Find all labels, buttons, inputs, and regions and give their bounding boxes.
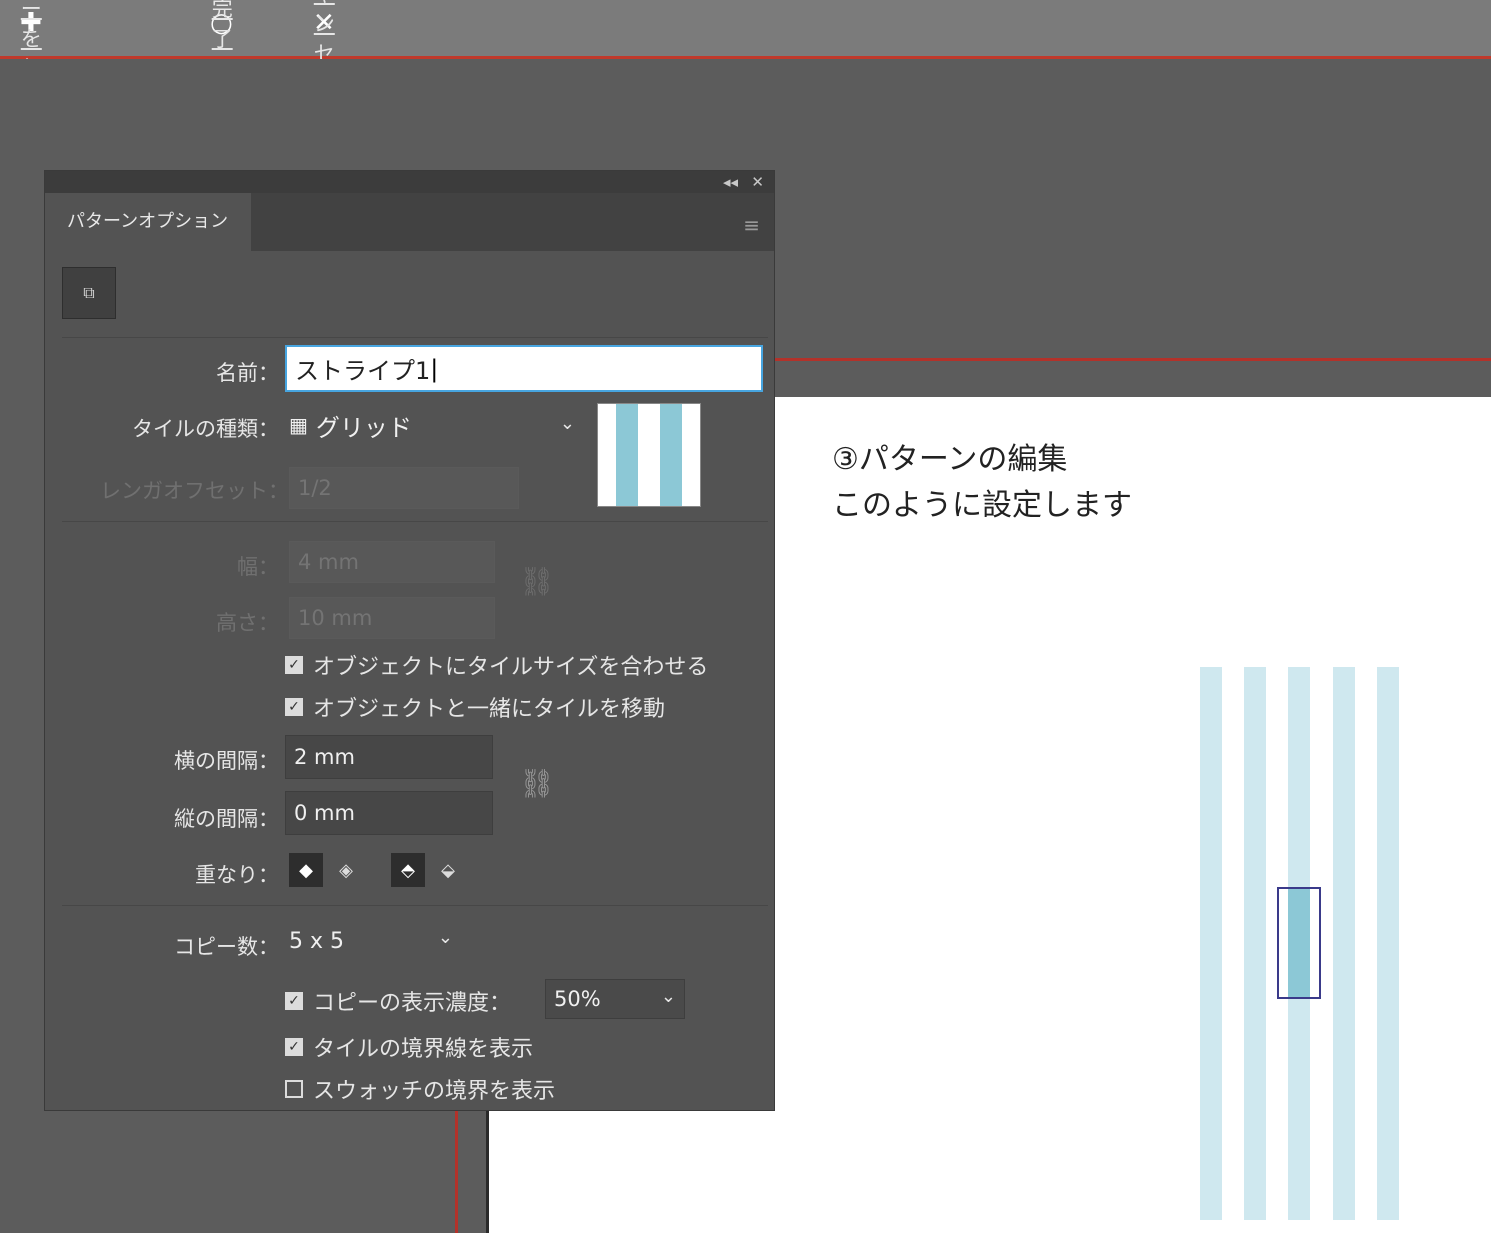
swatch-stripe [660,404,682,506]
done-button[interactable]: ○ 完了 [210,0,233,51]
unchecked-box-icon [285,1080,303,1098]
link-spacing-icon[interactable]: ⛓ [519,767,555,800]
dim-copies-checkbox[interactable]: ✓ コピーの表示濃度： [285,985,511,1017]
overlap-label: 重なり： [195,863,279,887]
swatch-stripe [616,404,638,506]
chevron-down-icon: ⌄ [437,927,453,948]
text-cursor: | [430,354,439,383]
check-icon: ✓ [285,1038,303,1056]
height-field: 10 mm [289,597,495,639]
panel-menu-icon[interactable]: ≡ [743,213,760,237]
brick-offset-dropdown: 1/2 [289,467,519,509]
collapse-icon[interactable]: ◂◂ [723,173,738,191]
check-icon: ✓ [285,698,303,716]
unlink-icon: ⛓ [519,565,555,598]
chevron-down-icon: ⌄ [559,413,575,434]
pattern-stripe [1200,667,1222,1220]
pattern-options-panel: ◂◂ ✕ パターンオプション ≡ ⧉ 名前： ストライプ1 | タイルの種類： ▦… [44,170,775,1111]
copies-dropdown[interactable]: 5 x 5 ⌄ [289,921,459,961]
pattern-stripe [1333,667,1355,1220]
overlap-bottom-icon[interactable]: ⬙ [431,853,465,887]
pattern-stripe [1244,667,1266,1220]
pattern-tile-tool-icon[interactable]: ⧉ [62,267,116,319]
caption-line-2: このように設定します [832,488,1132,523]
name-input[interactable]: ストライプ1 | [285,345,763,392]
divider [62,337,768,338]
height-label: 高さ： [216,611,279,635]
show-tile-edge-checkbox[interactable]: ✓ タイルの境界線を表示 [285,1031,533,1063]
close-panel-icon[interactable]: ✕ [751,173,764,191]
cancel-button[interactable]: ✕ キャンセル [313,0,335,96]
pattern-swatch-preview [597,403,701,507]
chevron-down-icon: ⌄ [660,986,676,1007]
guide-line [455,1108,458,1233]
move-tile-with-art-checkbox[interactable]: ✓ オブジェクトと一緒にタイルを移動 [285,691,665,723]
v-spacing-field[interactable]: 0 mm [285,791,493,835]
h-spacing-field[interactable]: 2 mm [285,735,493,779]
name-label: 名前： [216,361,279,385]
check-icon: ✓ [285,992,303,1010]
divider [62,521,768,522]
panel-titlebar: ◂◂ ✕ [45,171,774,193]
pattern-stripe [1377,667,1399,1220]
save-copy-button[interactable]: ✚ コピーを保存 [20,0,42,111]
instruction-caption: ③パターンの編集 このように設定します [832,437,1132,529]
tab-pattern-options[interactable]: パターンオプション [45,193,251,251]
tile-type-label: タイルの種類： [132,417,279,441]
copies-label: コピー数： [174,935,279,959]
overlap-top-icon[interactable]: ⬘ [391,853,425,887]
divider [62,905,768,906]
show-swatch-bounds-checkbox[interactable]: スウォッチの境界を表示 [285,1073,555,1105]
brick-offset-label: レンガオフセット： [100,479,289,503]
fit-tile-to-art-checkbox[interactable]: ✓ オブジェクトにタイルサイズを合わせる [285,649,708,681]
tile-boundary[interactable] [1277,887,1321,999]
panel-tabs: パターンオプション ≡ [45,193,774,251]
tile-type-dropdown[interactable]: ▦ グリッド ⌄ [289,405,579,445]
h-spacing-label: 横の間隔： [174,749,279,773]
width-label: 幅： [237,555,279,579]
width-field: 4 mm [289,541,495,583]
overlap-left-icon[interactable]: ◆ [289,853,323,887]
dim-copies-dropdown[interactable]: 50% ⌄ [545,979,685,1019]
guide-line [775,358,1491,361]
grid-icon: ▦ [289,413,308,437]
caption-line-1: ③パターンの編集 [832,442,1068,477]
artboard-edge [486,1108,489,1233]
v-spacing-label: 縦の間隔： [174,807,279,831]
pattern-edit-bar: ✚ コピーを保存 ○ 完了 ✕ キャンセル [0,0,1491,111]
overlap-right-icon[interactable]: ◈ [329,853,363,887]
check-icon: ✓ [285,656,303,674]
